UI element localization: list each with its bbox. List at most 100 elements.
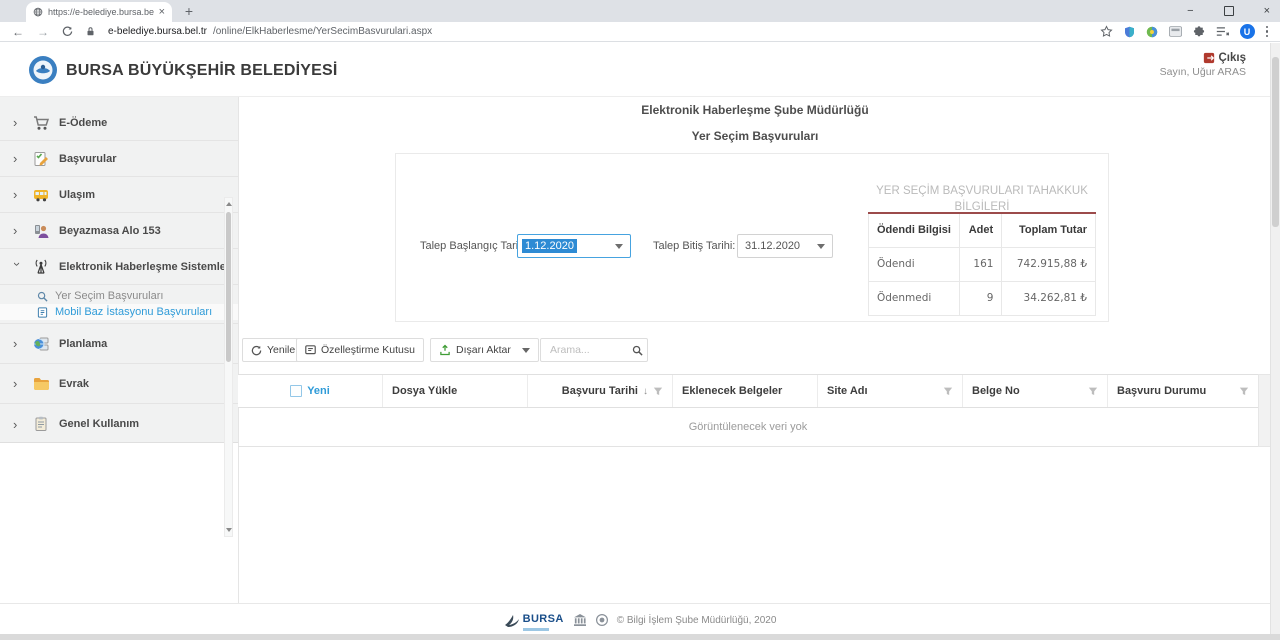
browser-menu-icon[interactable]: [1266, 26, 1269, 38]
footer-brand-underline: [523, 628, 549, 631]
sidebar-item-ulasim[interactable]: › Ulaşım: [0, 177, 238, 213]
filter-funnel-icon[interactable]: [943, 386, 953, 396]
logout-icon: [1203, 52, 1215, 64]
app-header: BURSA BÜYÜKŞEHİR BELEDİYESİ Çıkış Sayın,…: [0, 43, 1280, 97]
sidebar-item-mobil-baz-istasyonu[interactable]: Mobil Baz İstasyonu Başvuruları: [0, 304, 238, 320]
close-window-icon[interactable]: ×: [1264, 6, 1270, 17]
page-scrollbar[interactable]: [1270, 43, 1280, 634]
chevron-right-icon: ›: [13, 336, 22, 351]
browser-tab-strip: https://e-belediye.bursa.bel.tr/o... × +…: [0, 0, 1280, 22]
tahakkuk-count: 9: [960, 281, 1002, 315]
grid-column-basvuru-durumu[interactable]: Başvuru Durumu: [1108, 375, 1258, 407]
folder-icon: [31, 374, 50, 393]
filter-funnel-icon[interactable]: [1239, 386, 1249, 396]
tahakkuk-count: 161: [960, 247, 1002, 281]
customize-button[interactable]: Özelleştirme Kutusu: [296, 338, 424, 362]
url-text[interactable]: e-belediye.bursa.bel.tr/online/ElkHaberl…: [108, 26, 1087, 37]
sort-descending-icon[interactable]: ↓: [643, 386, 648, 397]
export-icon: [439, 344, 451, 356]
grid-column-label: Başvuru Tarihi: [562, 385, 638, 397]
puzzle-extensions-icon[interactable]: [1193, 26, 1205, 38]
tahakkuk-total: 742.915,88 ₺: [1002, 247, 1096, 281]
sidebar-scroll-thumb[interactable]: [226, 212, 231, 362]
reload-icon[interactable]: [62, 26, 73, 37]
reading-list-icon[interactable]: [1216, 26, 1229, 37]
grid-column-site-adi[interactable]: Site Adı: [818, 375, 963, 407]
page-scroll-thumb[interactable]: [1272, 57, 1279, 227]
end-date-input[interactable]: 31.12.2020: [737, 234, 833, 258]
footer: BURSA © Bilgi İşlem Şube Müdürlüğü, 2020: [0, 607, 1280, 633]
new-tab-button[interactable]: +: [180, 2, 198, 20]
sidebar-item-basvurular[interactable]: › Başvurular: [0, 141, 238, 177]
grid-column-label: Belge No: [972, 385, 1020, 397]
user-greeting: Sayın, Uğur ARAS: [1160, 66, 1246, 78]
sidebar-item-e-odeme[interactable]: › E-Ödeme: [0, 105, 238, 141]
app-title: BURSA BÜYÜKŞEHİR BELEDİYESİ: [66, 62, 338, 80]
browser-profile-avatar[interactable]: U: [1240, 24, 1255, 39]
sidebar-submenu: Yer Seçim Başvuruları Mobil Baz İstasyon…: [0, 285, 238, 324]
sidebar-subitem-label: Mobil Baz İstasyonu Başvuruları: [55, 306, 212, 318]
sidebar-scrollbar[interactable]: [224, 197, 233, 537]
planning-globe-icon: [31, 334, 50, 353]
card-extension-icon[interactable]: [1169, 26, 1182, 37]
search-icon[interactable]: [632, 345, 643, 356]
grid-column-label: Başvuru Durumu: [1117, 385, 1206, 397]
sidebar-item-beyazmasa[interactable]: › Beyazmasa Alo 153: [0, 213, 238, 249]
grid-column-basvuru-tarihi[interactable]: Başvuru Tarihi ↓: [528, 375, 673, 407]
back-icon[interactable]: ←: [12, 26, 24, 38]
tahakkuk-col-header: Ödendi Bilgisi: [869, 213, 960, 247]
sidebar-item-label: Beyazmasa Alo 153: [59, 225, 161, 237]
shield-extension-icon[interactable]: [1124, 26, 1135, 38]
forward-icon[interactable]: →: [37, 26, 49, 38]
filter-funnel-icon[interactable]: [1088, 386, 1098, 396]
grid-column-eklenecek-belgeler[interactable]: Eklenecek Belgeler: [673, 375, 818, 407]
tab-close-icon[interactable]: ×: [159, 7, 165, 18]
screenshot-bottom-edge: [0, 634, 1280, 640]
export-button[interactable]: Dışarı Aktar: [430, 338, 539, 362]
scroll-down-icon[interactable]: [226, 528, 232, 532]
chevron-right-icon: ›: [13, 187, 22, 202]
padlock-icon[interactable]: [86, 26, 95, 37]
start-date-label: Talep Başlangıç Tarihi:: [420, 240, 530, 252]
start-date-input[interactable]: 1.12.2020: [517, 234, 631, 258]
grid-new-button[interactable]: Yeni: [238, 375, 383, 407]
document-icon: [36, 306, 48, 318]
color-extension-icon[interactable]: [1146, 26, 1158, 38]
bookmark-star-icon[interactable]: [1100, 25, 1113, 38]
sidebar-item-planlama[interactable]: › Planlama: [0, 324, 238, 364]
chevron-right-icon: ›: [13, 223, 22, 238]
sidebar-item-evrak[interactable]: › Evrak: [0, 364, 238, 404]
export-label: Dışarı Aktar: [456, 344, 511, 356]
end-date-label: Talep Bitiş Tarihi:: [653, 240, 735, 252]
bus-icon: [31, 185, 50, 204]
footer-divider: [0, 603, 1280, 604]
tahakkuk-col-header: Toplam Tutar: [1002, 213, 1096, 247]
logout-button[interactable]: Çıkış: [1160, 52, 1246, 64]
grid-column-dosya-yukle[interactable]: Dosya Yükle: [383, 375, 528, 407]
filter-funnel-icon[interactable]: [653, 386, 663, 396]
sidebar-item-label: Elektronik Haberleşme Sistemleri: [59, 261, 233, 273]
search-input[interactable]: [548, 343, 632, 357]
sidebar-item-genel-kullanim[interactable]: › Genel Kullanım: [0, 404, 238, 444]
sidebar-divider: [238, 97, 239, 603]
sidebar-item-label: E-Ödeme: [59, 117, 107, 129]
chevron-down-icon[interactable]: [615, 244, 623, 249]
search-box[interactable]: [540, 338, 648, 362]
chevron-down-icon[interactable]: [522, 348, 530, 353]
sidebar-item-elektronik-haberlesme[interactable]: › Elektronik Haberleşme Sistemleri: [0, 249, 238, 285]
sidebar-item-label: Başvurular: [59, 153, 116, 165]
sidebar: › E-Ödeme › Başvurular › Ulaşım › Beyazm…: [0, 97, 238, 443]
browser-tab[interactable]: https://e-belediye.bursa.bel.tr/o... ×: [26, 2, 172, 22]
chevron-down-icon[interactable]: [817, 244, 825, 249]
logout-label: Çıkış: [1219, 52, 1247, 64]
sidebar-item-yer-secim-basvurulari[interactable]: Yer Seçim Başvuruları: [0, 288, 238, 304]
refresh-button[interactable]: Yenile: [242, 338, 304, 362]
column-chooser-icon: [305, 345, 316, 356]
application-form-icon: [31, 149, 50, 168]
scroll-up-icon[interactable]: [226, 202, 232, 206]
minimize-icon[interactable]: −: [1187, 6, 1193, 17]
grid-column-belge-no[interactable]: Belge No: [963, 375, 1108, 407]
sidebar-item-label: Ulaşım: [59, 189, 95, 201]
maximize-icon[interactable]: [1224, 6, 1234, 16]
browser-url-bar: ← → e-belediye.bursa.bel.tr/online/ElkHa…: [0, 22, 1280, 42]
